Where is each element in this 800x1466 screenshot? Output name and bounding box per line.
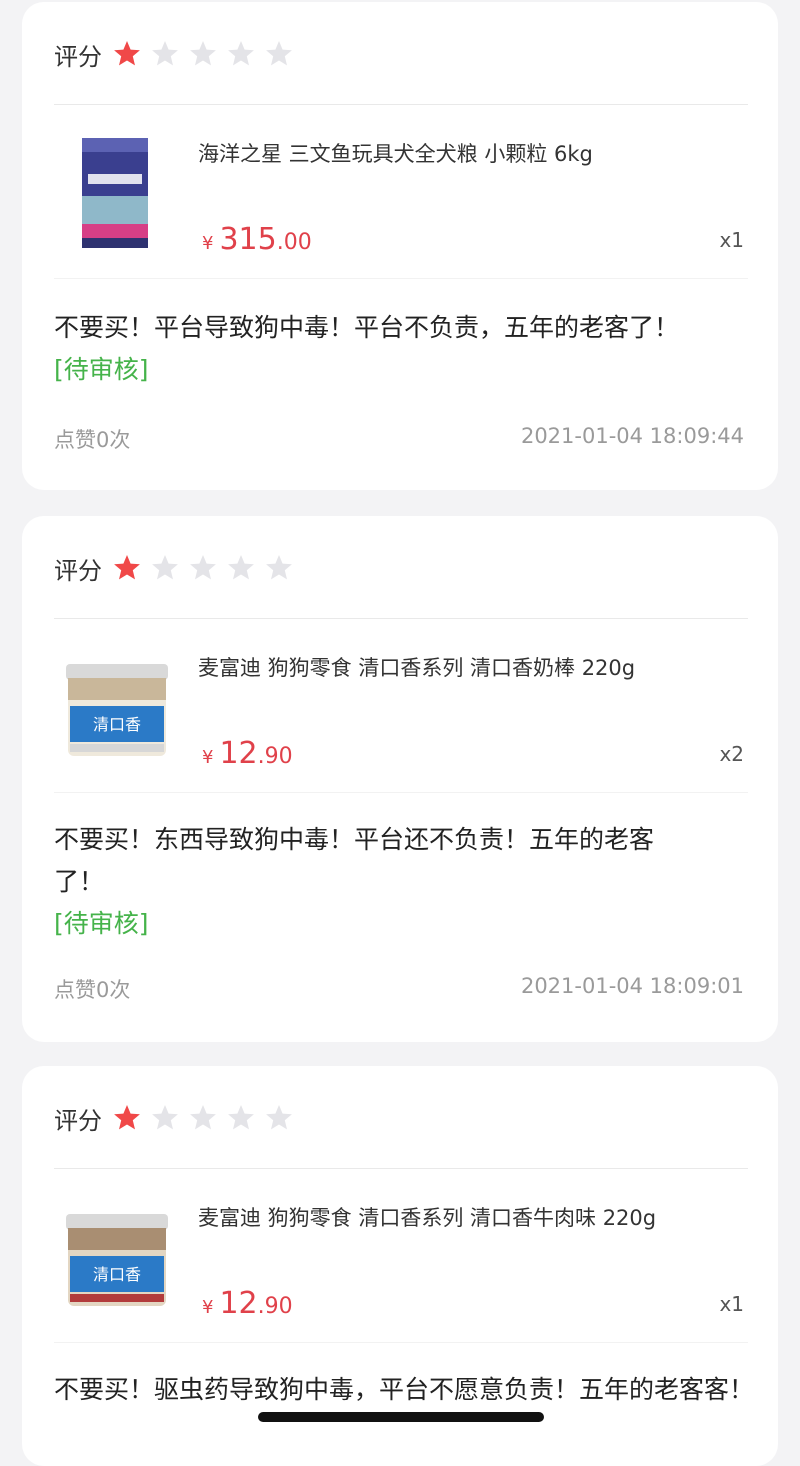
quantity: x1 — [719, 1292, 744, 1316]
divider — [54, 278, 748, 279]
rating-row: 评分 — [54, 550, 302, 586]
price-integer: 12 — [219, 1286, 258, 1321]
product-image[interactable]: 清口香 — [58, 648, 176, 766]
product-price: ¥315.00 — [202, 222, 312, 257]
product-title[interactable]: 海洋之星 三文鱼玩具犬全犬粮 小颗粒 6kg — [198, 138, 593, 168]
svg-text:清口香: 清口香 — [93, 715, 141, 734]
price-decimal: .00 — [276, 230, 312, 255]
star-empty-icon — [150, 1103, 180, 1133]
review-card: 评分 海洋之星 三文鱼玩具犬全犬粮 小颗粒 6kg ¥315.00 x1 不要买… — [22, 2, 778, 490]
divider — [54, 1342, 748, 1343]
likes-count[interactable]: 点赞0次 — [54, 424, 130, 454]
divider — [54, 792, 748, 793]
likes-count[interactable]: 点赞0次 — [54, 974, 130, 1004]
product-price: ¥12.90 — [202, 736, 293, 771]
price-decimal: .90 — [257, 744, 293, 769]
product-image[interactable]: 清口香 — [58, 1198, 176, 1316]
currency-symbol: ¥ — [202, 1297, 214, 1318]
star-empty-icon — [188, 39, 218, 69]
star-empty-icon — [150, 39, 180, 69]
product-title[interactable]: 麦富迪 狗狗零食 清口香系列 清口香牛肉味 220g — [198, 1202, 656, 1232]
review-text: 不要买！平台导致狗中毒！平台不负责，五年的老客了！ [待审核] — [54, 307, 754, 391]
star-filled-icon — [112, 39, 142, 69]
review-timestamp: 2021-01-04 18:09:44 — [520, 424, 744, 448]
star-empty-icon — [226, 1103, 256, 1133]
star-empty-icon — [264, 39, 294, 69]
product-title[interactable]: 麦富迪 狗狗零食 清口香系列 清口香奶棒 220g — [198, 652, 635, 682]
dog-food-bag-icon — [82, 138, 148, 248]
divider — [54, 104, 748, 105]
rating-label: 评分 — [54, 42, 102, 71]
home-indicator[interactable] — [258, 1412, 544, 1422]
review-text: 不要买！东西导致狗中毒！平台还不负责！五年的老客了！ [待审核] — [54, 819, 694, 945]
rating-label: 评分 — [54, 556, 102, 585]
star-empty-icon — [264, 553, 294, 583]
svg-text:清口香: 清口香 — [93, 1265, 141, 1284]
review-text: 不要买！驱虫药导致狗中毒，平台不愿意负责！五年的老客客！ — [54, 1369, 754, 1411]
star-empty-icon — [226, 39, 256, 69]
review-status-badge: [待审核] — [54, 909, 149, 938]
review-status-badge: [待审核] — [54, 355, 149, 384]
star-empty-icon — [150, 553, 180, 583]
comment-body: 不要买！平台导致狗中毒！平台不负责，五年的老客了！ — [54, 313, 680, 342]
review-timestamp: 2021-01-04 18:09:01 — [520, 974, 744, 998]
divider — [54, 1168, 748, 1169]
currency-symbol: ¥ — [202, 747, 214, 768]
price-integer: 315 — [219, 222, 277, 257]
quantity: x2 — [719, 742, 744, 766]
review-card: 评分 清口香 麦富迪 狗狗零食 清口香系列 清口香奶棒 220g ¥12.90 … — [22, 516, 778, 1042]
rating-row: 评分 — [54, 1100, 302, 1136]
comment-body: 不要买！东西导致狗中毒！平台还不负责！五年的老客了！ — [54, 825, 655, 896]
quantity: x1 — [719, 228, 744, 252]
star-empty-icon — [264, 1103, 294, 1133]
star-empty-icon — [188, 1103, 218, 1133]
review-card: 评分 清口香 麦富迪 狗狗零食 清口香系列 清口香牛肉味 220g ¥12.90… — [22, 1066, 778, 1466]
rating-label: 评分 — [54, 1106, 102, 1135]
comment-body: 不要买！驱虫药导致狗中毒，平台不愿意负责！五年的老客客！ — [54, 1375, 755, 1404]
currency-symbol: ¥ — [202, 233, 214, 254]
star-filled-icon — [112, 553, 142, 583]
star-empty-icon — [188, 553, 218, 583]
product-price: ¥12.90 — [202, 1286, 293, 1321]
price-decimal: .90 — [257, 1294, 293, 1319]
star-filled-icon — [112, 1103, 142, 1133]
divider — [54, 618, 748, 619]
product-image[interactable] — [58, 134, 176, 252]
rating-row: 评分 — [54, 36, 302, 72]
star-empty-icon — [226, 553, 256, 583]
price-integer: 12 — [219, 736, 258, 771]
